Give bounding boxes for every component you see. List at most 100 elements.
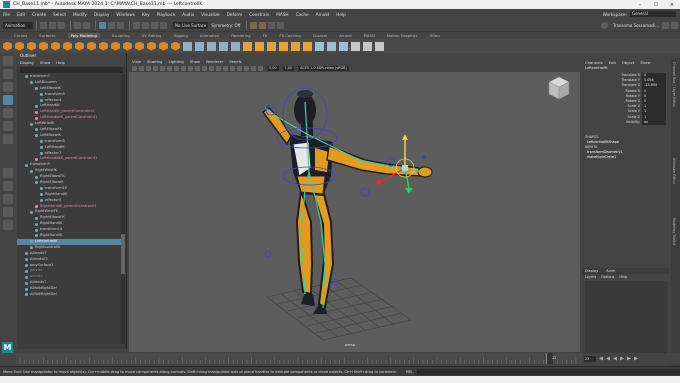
menu-visualize[interactable]: Visualize <box>201 12 219 17</box>
tab-channel-box[interactable]: Channel Box / Layer Editor <box>672 62 676 107</box>
shelf-tab-fx-caching[interactable]: FX Caching <box>279 33 300 38</box>
smooth-icon[interactable] <box>231 41 240 51</box>
lasso-tool-icon[interactable] <box>3 69 13 79</box>
shelf-tab-surfaces[interactable]: Surfaces <box>39 33 55 38</box>
pipe-icon[interactable] <box>123 41 132 51</box>
merge-icon[interactable] <box>279 41 288 51</box>
snap-point-icon[interactable] <box>151 21 158 29</box>
gear-icon[interactable] <box>147 41 156 51</box>
single-view-icon[interactable] <box>3 168 13 178</box>
symmetry-label[interactable]: Symmetry: Off <box>211 23 240 28</box>
toggle-sidebar-icon[interactable] <box>671 21 678 29</box>
workspace-dropdown[interactable]: General <box>630 11 676 17</box>
outliner-menu-display[interactable]: Display <box>20 60 34 65</box>
transfer-icon[interactable] <box>375 41 384 51</box>
multi-cut-icon[interactable] <box>315 41 324 51</box>
xray-joints-icon[interactable] <box>251 65 256 71</box>
tab-attribute-editor[interactable]: Attribute Editor <box>672 158 676 184</box>
snap-surface-icon[interactable] <box>160 21 167 29</box>
rotate-tool-icon[interactable] <box>3 108 13 118</box>
smooth-shade-icon[interactable] <box>209 65 214 71</box>
separate-icon[interactable] <box>195 41 204 51</box>
zoom-icon[interactable] <box>3 220 13 230</box>
channelbox-menu-object[interactable]: Object <box>622 60 634 65</box>
bevel-edge-icon[interactable] <box>339 41 348 51</box>
menu-create[interactable]: Create <box>32 12 46 17</box>
shadows-icon[interactable] <box>237 65 242 71</box>
paint-select-icon[interactable] <box>3 82 13 92</box>
shelf-tab-arnold[interactable]: Arnold <box>339 33 351 38</box>
uv-editor-icon[interactable] <box>363 41 372 51</box>
attribute-value[interactable]: on <box>642 119 666 125</box>
select-camera-icon[interactable] <box>132 65 137 71</box>
menu-edit[interactable]: Edit <box>17 12 25 17</box>
shelf-tab-rigging[interactable]: Rigging <box>173 33 187 38</box>
tab-display-layers[interactable]: Display <box>585 269 598 273</box>
attribute-name[interactable]: Visibility <box>582 120 642 125</box>
lights-icon[interactable] <box>230 65 235 71</box>
extrude-icon[interactable] <box>243 41 252 51</box>
mel-label[interactable]: MEL <box>406 370 413 374</box>
channelbox-menu-show[interactable]: Show <box>640 60 650 65</box>
menu-file[interactable]: File <box>3 12 10 17</box>
image-plane-icon[interactable] <box>153 65 158 71</box>
isolate-select-icon[interactable] <box>258 65 263 71</box>
viewport-menu-show[interactable]: Show <box>190 59 200 64</box>
settings-icon[interactable] <box>662 21 669 29</box>
open-scene-icon[interactable] <box>49 21 56 29</box>
shelf-tab-poly-modeling[interactable]: Poly Modeling <box>67 33 100 38</box>
shelf-tab-rendering[interactable]: Rendering <box>231 33 250 38</box>
shelf-tab-mash[interactable]: MASH <box>364 33 375 38</box>
move-tool-icon[interactable] <box>3 95 13 105</box>
film-gate-icon[interactable] <box>167 65 172 71</box>
safe-action-icon[interactable] <box>195 65 200 71</box>
channelbox-object-name[interactable]: LeftcontrolIK <box>582 66 670 72</box>
layer-list[interactable] <box>585 281 667 363</box>
append-icon[interactable] <box>291 41 300 51</box>
graph-layout-icon[interactable] <box>3 207 13 217</box>
gate-mask-icon[interactable] <box>181 65 186 71</box>
scale-tool-icon[interactable] <box>3 121 13 131</box>
select-object-icon[interactable] <box>108 21 115 29</box>
grid-icon[interactable] <box>160 65 165 71</box>
menu-display[interactable]: Display <box>94 12 109 17</box>
xray-icon[interactable] <box>244 65 249 71</box>
outliner-search-input[interactable] <box>20 67 123 73</box>
shelf-tab-xgen[interactable]: XGen <box>430 33 440 38</box>
channelbox-menu-edit[interactable]: Edit <box>609 60 616 65</box>
user-icon[interactable] <box>600 21 608 29</box>
menu-deform[interactable]: Deform <box>227 12 243 17</box>
layer-menu-help[interactable]: Help <box>619 275 627 279</box>
colorspace-dropdown[interactable]: ACES 1.0 SDR-video (sRGB) <box>298 65 349 71</box>
menu-windows[interactable]: Windows <box>116 12 135 17</box>
cone-icon[interactable] <box>39 41 48 51</box>
plane-icon[interactable] <box>63 41 72 51</box>
wireframe-icon[interactable] <box>202 65 207 71</box>
outliner-scrollbar[interactable] <box>121 74 125 344</box>
play-forwards-icon[interactable] <box>620 356 624 361</box>
outliner-menu-show[interactable]: Show <box>40 60 50 65</box>
pyramid-icon[interactable] <box>99 41 108 51</box>
outliner-scroll-thumb[interactable] <box>121 234 125 274</box>
platonic-icon[interactable] <box>87 41 96 51</box>
menu-constrain[interactable]: Constrain <box>249 12 269 17</box>
textured-icon[interactable] <box>223 65 228 71</box>
resolution-gate-icon[interactable] <box>174 65 179 71</box>
torus-icon[interactable] <box>51 41 60 51</box>
new-scene-icon[interactable] <box>40 21 47 29</box>
viewport-menu-shading[interactable]: Shading <box>147 59 162 64</box>
menu-cache[interactable]: Cache <box>296 12 309 17</box>
step-back-icon[interactable] <box>606 357 610 361</box>
hypershade-icon[interactable] <box>277 21 285 29</box>
ipr-render-icon[interactable] <box>259 21 267 29</box>
go-to-end-icon[interactable] <box>634 356 638 361</box>
menu-modify[interactable]: Modify <box>73 12 87 17</box>
shelf-tab-fx[interactable]: FX <box>263 33 268 38</box>
viewport-menu-lighting[interactable]: Lighting <box>168 59 183 64</box>
redo-icon[interactable] <box>83 21 90 29</box>
input-item[interactable]: makeNurbCircle1 <box>582 155 670 160</box>
mel-command-input[interactable] <box>417 368 680 375</box>
bridge-icon[interactable] <box>255 41 264 51</box>
gamma-field[interactable]: 1.00 <box>282 65 295 71</box>
minimize-button[interactable]: – <box>632 2 648 8</box>
